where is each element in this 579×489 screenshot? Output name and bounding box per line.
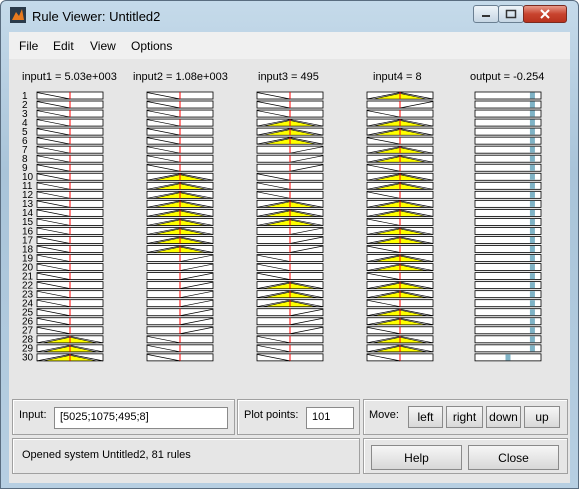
move-left-button[interactable]: left — [408, 406, 443, 428]
matlab-icon — [10, 7, 26, 23]
rule-plots: input1 = 5.03e+003 input2 = 1.08e+003 inpu… — [22, 71, 544, 364]
output-bar — [529, 327, 535, 334]
move-panel: Move: left right down up — [363, 399, 568, 435]
input-panel: Input: [5025;1075;495;8] — [12, 399, 235, 435]
output-bar — [505, 354, 511, 361]
output-bar — [529, 110, 535, 117]
output-bar — [529, 309, 535, 316]
output-bar — [529, 128, 535, 135]
output-bar — [529, 291, 535, 298]
menu-file[interactable]: File — [19, 39, 38, 53]
output-bar — [529, 173, 535, 180]
menu-bar: File Edit View Options — [9, 32, 570, 59]
output-bar — [529, 345, 535, 352]
close-window-button[interactable] — [523, 5, 567, 23]
window-title: Rule Viewer: Untitled2 — [32, 9, 161, 24]
output-bar — [529, 155, 535, 162]
move-up-button[interactable]: up — [524, 406, 560, 428]
output-bar — [529, 300, 535, 307]
title-bar: Rule Viewer: Untitled2 — [1, 1, 578, 31]
output-bar — [529, 264, 535, 271]
close-icon — [540, 9, 550, 19]
input-field[interactable]: [5025;1075;495;8] — [54, 407, 228, 429]
maximize-icon — [505, 9, 517, 19]
minimize-button[interactable] — [473, 5, 499, 23]
menu-view[interactable]: View — [90, 39, 116, 53]
menu-edit[interactable]: Edit — [53, 39, 74, 53]
close-button[interactable]: Close — [468, 445, 559, 470]
output-bar — [529, 336, 535, 343]
plot-points-label: Plot points: — [244, 409, 299, 421]
output-bar — [529, 246, 535, 253]
rule-number: 30 — [22, 353, 34, 364]
move-down-button[interactable]: down — [486, 406, 521, 428]
output-bar — [529, 137, 535, 144]
output-bar — [529, 282, 535, 289]
rule-viewer-window: Rule Viewer: Untitled2 File Edit View Op… — [0, 0, 579, 489]
column-header: input1 = 5.03e+003 — [22, 71, 117, 83]
plot-points-panel: Plot points: 101 — [237, 399, 360, 435]
status-text: Opened system Untitled2, 81 rules — [22, 449, 191, 461]
menu-options[interactable]: Options — [131, 39, 172, 53]
column-header: input3 = 495 — [258, 71, 319, 83]
output-bar — [529, 236, 535, 243]
output-bar — [529, 146, 535, 153]
output-bar — [529, 200, 535, 207]
output-bar — [529, 182, 535, 189]
input-label: Input: — [19, 409, 47, 421]
output-bar — [529, 255, 535, 262]
output-bar — [529, 92, 535, 99]
output-bar — [529, 318, 535, 325]
output-bar — [529, 119, 535, 126]
column-header: input2 = 1.08e+003 — [133, 71, 228, 83]
output-bar — [529, 164, 535, 171]
plot-points-field[interactable]: 101 — [306, 407, 354, 429]
status-panel: Opened system Untitled2, 81 rules — [12, 438, 360, 474]
output-bar — [529, 191, 535, 198]
column-header: output = -0.254 — [470, 71, 544, 83]
move-right-button[interactable]: right — [446, 406, 483, 428]
output-bar — [529, 101, 535, 108]
column-header: input4 = 8 — [373, 71, 422, 83]
output-bar — [529, 227, 535, 234]
move-label: Move: — [369, 409, 399, 421]
output-bar — [529, 273, 535, 280]
button-panel: Help Close — [363, 438, 568, 474]
help-button[interactable]: Help — [371, 445, 462, 470]
minimize-icon — [482, 15, 490, 17]
output-bar — [529, 218, 535, 225]
output-bar — [529, 209, 535, 216]
maximize-button[interactable] — [498, 5, 524, 23]
